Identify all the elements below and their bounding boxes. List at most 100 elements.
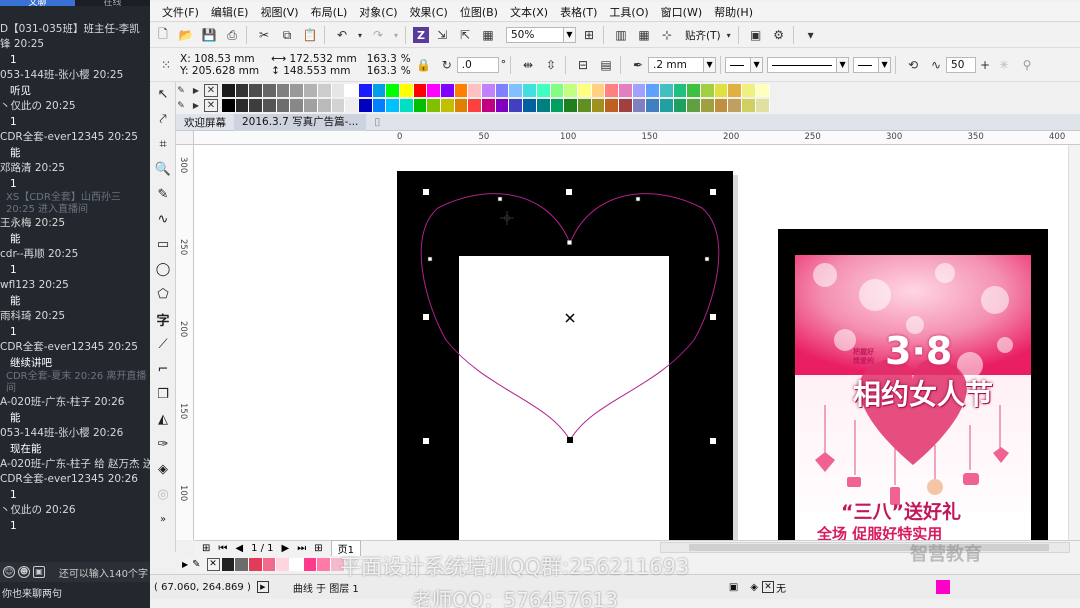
menu-tools[interactable]: 工具(O) [609, 4, 648, 20]
color-swatch[interactable] [591, 99, 606, 112]
undo-icon[interactable]: ↶ [332, 25, 352, 45]
color-swatch[interactable] [386, 84, 400, 97]
zoom-tool-icon[interactable]: 🔍 [150, 157, 176, 182]
text-tool-icon[interactable]: 字 [150, 307, 176, 332]
artistic-media-icon[interactable]: ∿ [150, 207, 176, 232]
crop-tool-icon[interactable]: ⌗ [150, 132, 176, 157]
color-swatch[interactable] [632, 99, 647, 112]
drop-shadow-icon[interactable]: ❐ [150, 382, 176, 407]
color-swatch[interactable] [235, 84, 250, 97]
color-swatch[interactable] [427, 99, 441, 112]
color-swatch[interactable] [454, 99, 469, 112]
export-icon[interactable]: ⇱ [455, 25, 475, 45]
show-rulers-icon[interactable]: ▥ [611, 25, 631, 45]
no-color-icon[interactable]: ✕ [204, 99, 218, 112]
color-swatch[interactable] [714, 99, 729, 112]
color-swatch[interactable] [509, 84, 524, 97]
color-swatch[interactable] [331, 99, 346, 112]
no-color-icon[interactable]: ✕ [206, 557, 220, 571]
no-fill-icon[interactable]: ✕ [762, 581, 774, 593]
color-swatch[interactable] [550, 99, 565, 112]
play-arrow-icon[interactable]: ▶ [191, 96, 201, 116]
open-folder-icon[interactable]: 📂 [176, 25, 196, 45]
line-style-dropdown[interactable]: ▼ [767, 57, 850, 73]
end-arrowhead-field[interactable] [853, 57, 880, 73]
full-screen-icon[interactable]: ⊞ [579, 25, 599, 45]
line-style-field[interactable] [767, 57, 838, 73]
color-swatch[interactable] [222, 99, 236, 112]
control-point[interactable] [497, 196, 503, 202]
zoom-level-field[interactable]: 50% [506, 27, 564, 43]
document-color-swatch[interactable] [262, 557, 277, 571]
import-icon[interactable]: ⇲ [432, 25, 452, 45]
scale-y-field[interactable]: 163.3 [367, 65, 397, 77]
color-swatch[interactable] [755, 99, 770, 112]
color-swatch[interactable] [276, 99, 291, 112]
play-arrow-icon[interactable]: ▶ [182, 560, 188, 569]
color-swatch[interactable] [235, 99, 250, 112]
color-swatch[interactable] [742, 84, 756, 97]
control-point[interactable] [704, 256, 710, 262]
menu-view[interactable]: 视图(V) [260, 4, 298, 20]
document-color-swatch[interactable] [289, 557, 304, 571]
selection-handle[interactable] [423, 189, 429, 195]
selection-handle[interactable] [710, 314, 716, 320]
close-curve-icon[interactable]: ⟲ [903, 55, 923, 75]
shape-tool-icon[interactable]: ⤤ [150, 107, 176, 132]
publish-pdf-icon[interactable]: ▦ [478, 25, 498, 45]
color-swatch[interactable] [564, 84, 578, 97]
sparkle-icon[interactable]: ✳ [994, 55, 1014, 75]
image-icon[interactable]: ▣ [33, 566, 45, 578]
color-swatch[interactable] [372, 84, 387, 97]
color-swatch[interactable] [728, 99, 743, 112]
chevron-down-icon[interactable]: ▼ [879, 57, 892, 73]
chevron-down-icon[interactable]: ▼ [704, 57, 717, 73]
color-swatch[interactable] [742, 99, 756, 112]
end-arrowhead-dropdown[interactable]: ▼ [853, 57, 892, 73]
tab-welcome[interactable]: 欢迎屏幕 [176, 115, 234, 130]
color-swatch[interactable] [222, 84, 236, 97]
no-color-icon[interactable]: ✕ [204, 84, 218, 97]
rectangle-tool-icon[interactable]: ▭ [150, 232, 176, 257]
color-swatch[interactable] [495, 99, 510, 112]
ruler-origin[interactable] [176, 131, 194, 145]
color-swatch[interactable] [536, 84, 551, 97]
color-swatch[interactable] [687, 99, 702, 112]
show-guidelines-icon[interactable]: ⊹ [657, 25, 677, 45]
expand-toolbox-icon[interactable]: » [150, 507, 176, 532]
color-swatch[interactable] [372, 99, 387, 112]
menu-file[interactable]: 文件(F) [162, 4, 199, 20]
color-swatch[interactable] [290, 84, 305, 97]
document-color-swatch[interactable] [317, 557, 332, 571]
emoji-icon[interactable]: ☺ [3, 566, 15, 578]
color-swatch[interactable] [441, 84, 455, 97]
menu-edit[interactable]: 编辑(E) [211, 4, 249, 20]
undo-dropdown-icon[interactable]: ▾ [355, 25, 365, 45]
white-panel[interactable] [459, 256, 669, 540]
color-swatch[interactable] [605, 84, 619, 97]
interactive-fill-icon[interactable]: ◈ [150, 457, 176, 482]
close-tab-icon[interactable]: ▯ [366, 116, 388, 128]
chevron-down-icon[interactable]: ▼ [564, 27, 576, 43]
color-swatch[interactable] [399, 84, 414, 97]
smoothing-icon[interactable]: ∿ [926, 55, 946, 75]
color-swatch[interactable] [660, 84, 674, 97]
color-swatch[interactable] [701, 84, 715, 97]
color-swatch[interactable] [646, 99, 660, 112]
color-swatch[interactable] [687, 84, 702, 97]
menu-table[interactable]: 表格(T) [560, 4, 597, 20]
pick-tool-icon[interactable]: ↖ [150, 82, 176, 107]
color-swatch[interactable] [646, 84, 660, 97]
poster-artwork[interactable]: 把握好 情爱的 3·8 相约女人节 “三八”送好礼 全场 促服好特实用 [795, 255, 1031, 540]
paste-icon[interactable]: 📋 [300, 25, 320, 45]
print-icon[interactable]: ⎙ [222, 25, 242, 45]
snap-to-dropdown[interactable]: 贴齐(T) [685, 28, 721, 43]
color-swatch[interactable] [577, 84, 592, 97]
color-swatch[interactable] [413, 99, 428, 112]
color-swatch[interactable] [714, 84, 729, 97]
eyedropper-tool-icon[interactable]: ✑ [150, 432, 176, 457]
outline-color-swatch[interactable] [936, 580, 950, 594]
selection-handle[interactable] [423, 314, 429, 320]
menu-text[interactable]: 文本(X) [510, 4, 548, 20]
color-swatch[interactable] [577, 99, 592, 112]
